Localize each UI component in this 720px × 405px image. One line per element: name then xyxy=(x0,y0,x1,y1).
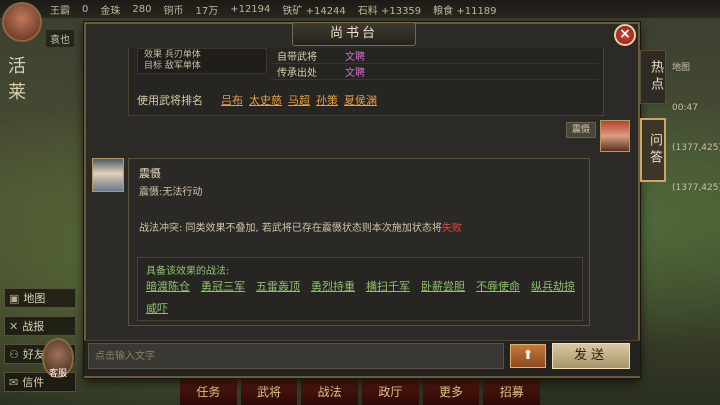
resource-item: 铁矿 +14244 xyxy=(282,5,346,17)
nav-more[interactable]: 更多 xyxy=(422,377,480,405)
tactic-link[interactable]: 五雷轰顶 xyxy=(256,278,300,294)
answer-description: 震慑:无法行动 xyxy=(139,187,203,198)
general-link[interactable]: 夏侯渊 xyxy=(344,92,377,108)
answer-conflict: 战法冲突: 同类效果不叠加, 若武将已存在震慑状态则本次施加状态将失败 xyxy=(139,219,462,234)
resource-bar: 王霸 0 金珠 280 铜币 17万 +12194 铁矿 +14244 石料 +13359 粮食 … xyxy=(0,0,720,18)
related-tactics-header: 具备该效果的战法: xyxy=(146,266,230,277)
general-link[interactable]: 孙策 xyxy=(316,92,338,108)
nav-hall[interactable]: 政厅 xyxy=(362,377,419,405)
tactic-link[interactable]: 纵兵劫掠 xyxy=(531,278,575,294)
resource-item: 金珠 xyxy=(100,5,121,17)
general-link[interactable]: 吕布 xyxy=(221,92,243,108)
player-avatar[interactable] xyxy=(2,2,42,42)
related-tactics-list: 暗渡陈仓 勇冠三军 五雷轰顶 勇烈持重 横扫千军 卧薪尝胆 不辱使命 纵兵劫掠 … xyxy=(146,278,586,316)
mail-icon: ✉ xyxy=(9,375,19,389)
arrow-up-icon[interactable]: ⬆ xyxy=(510,344,546,368)
resource-item: +12194 xyxy=(230,3,271,15)
my-avatar xyxy=(600,120,630,152)
menu-battle-label: 战报 xyxy=(22,320,45,333)
conflict-text: 战法冲突: 同类效果不叠加, 若武将已存在震慑状态则本次施加状态将 xyxy=(139,223,442,234)
send-button[interactable]: 发送 xyxy=(552,343,630,369)
resource-item: 粮食 +11189 xyxy=(433,5,497,17)
map-icon: ▣ xyxy=(9,291,20,305)
resource-item: 石料 +13359 xyxy=(357,5,422,17)
resource-item: 17万 xyxy=(195,5,219,17)
info-key: 自带武将 xyxy=(277,52,317,63)
swords-icon: ✕ xyxy=(9,319,19,333)
resource-item: 0 xyxy=(82,3,89,15)
info-row: 传承出处 文聘 xyxy=(271,64,599,80)
ranking-label: 使用武将排名 xyxy=(137,94,203,107)
right-edge-info: 地图 00:47 (1377,425) (1377,425) xyxy=(672,60,720,193)
info-value-link[interactable]: 文聘 xyxy=(345,64,365,79)
right-edge-time: 00:47 xyxy=(672,103,698,113)
general-link[interactable]: 太史慈 xyxy=(249,92,282,108)
answer-card: 震慑 震慑:无法行动 战法冲突: 同类效果不叠加, 若武将已存在震慑状态则本次施… xyxy=(128,158,590,326)
right-edge-coord-2: (1377,425) xyxy=(672,183,720,193)
tactic-link[interactable]: 勇烈持重 xyxy=(311,278,355,294)
nav-task[interactable]: 任务 xyxy=(180,377,237,405)
menu-map[interactable]: ▣ 地图 xyxy=(4,288,76,308)
nav-recruit[interactable]: 招募 xyxy=(483,377,541,405)
advisor-avatar xyxy=(92,158,124,192)
player-tag: 袁也 xyxy=(46,30,74,47)
info-value-link[interactable]: 文聘 xyxy=(345,48,365,63)
related-tactics-box: 具备该效果的战法: 暗渡陈仓 勇冠三军 五雷轰顶 勇烈持重 横扫千军 卧薪尝胆 … xyxy=(137,257,583,321)
general-link[interactable]: 马超 xyxy=(288,92,310,108)
tactic-link[interactable]: 暗渡陈仓 xyxy=(146,278,190,294)
bottom-nav: 任务 武将 战法 政厅 更多 招募 xyxy=(180,377,541,405)
info-key: 传承出处 xyxy=(277,68,317,79)
menu-mail-label: 信件 xyxy=(22,376,45,389)
tactic-info-card: 效果 兵刃单体 目标 敌军单体 自带武将 文聘 传承出处 文聘 使用武将排名 吕… xyxy=(128,48,604,116)
left-marks: 活 莱 xyxy=(8,56,26,103)
friends-icon: ⚇ xyxy=(9,347,19,361)
tactic-link[interactable]: 卧薪尝胆 xyxy=(421,278,465,294)
my-message-bubble: 震慑 xyxy=(566,122,596,138)
chat-input[interactable] xyxy=(88,343,504,369)
customer-service-button[interactable]: 客服 xyxy=(42,338,74,379)
effect-line: 效果 兵刃单体 xyxy=(144,50,201,60)
resource-item: 铜币 xyxy=(163,5,184,17)
general-ranking-row: 使用武将排名 吕布 太史慈 马超 孙策 夏侯渊 xyxy=(137,92,377,108)
close-button[interactable]: × xyxy=(614,24,636,46)
menu-battle-report[interactable]: ✕ 战报 xyxy=(4,316,76,336)
tab-hot[interactable]: 热点 xyxy=(640,50,666,104)
nav-tactics[interactable]: 战法 xyxy=(301,377,359,405)
tactic-link[interactable]: 威吓 xyxy=(146,300,168,316)
tactic-effect-box: 效果 兵刃单体 目标 敌军单体 xyxy=(137,48,267,74)
dialog-title: 尚书台 xyxy=(292,22,416,46)
info-row: 自带武将 文聘 xyxy=(271,48,599,64)
tactic-link[interactable]: 横扫千军 xyxy=(366,278,410,294)
tactic-link[interactable]: 不辱使命 xyxy=(476,278,520,294)
tactic-link[interactable]: 勇冠三军 xyxy=(201,278,245,294)
conflict-fail: 失败 xyxy=(441,223,462,234)
chat-input-bar: ⬆ 发送 xyxy=(84,340,640,376)
menu-map-label: 地图 xyxy=(23,292,46,305)
tab-qa[interactable]: 问答 xyxy=(640,118,666,182)
right-edge-coord-1: (1377,425) xyxy=(672,143,720,153)
resource-item: 王霸 xyxy=(50,5,70,17)
nav-generals[interactable]: 武将 xyxy=(240,377,298,405)
tactic-source-table: 自带武将 文聘 传承出处 文聘 xyxy=(271,48,599,80)
target-line: 目标 敌军单体 xyxy=(144,61,201,71)
resource-item: 280 xyxy=(132,3,152,15)
answer-title: 震慑 xyxy=(139,167,161,180)
right-edge-map: 地图 xyxy=(672,63,691,73)
